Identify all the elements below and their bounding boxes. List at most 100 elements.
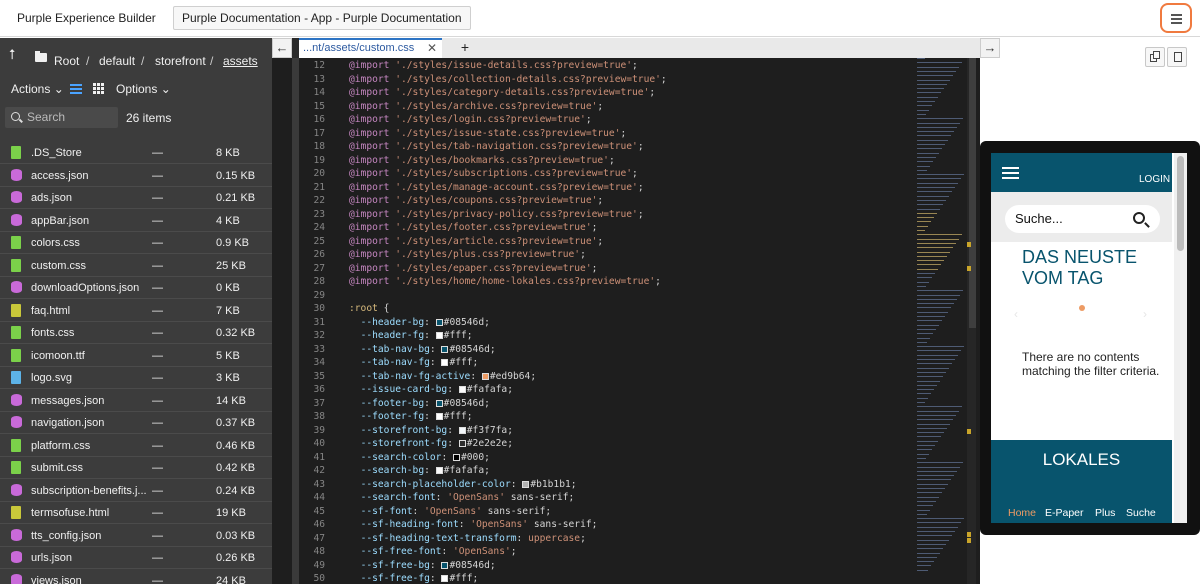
file-row[interactable]: logo.svg — 3 KB (0, 367, 276, 389)
file-row[interactable]: urls.json — 0.26 KB (0, 547, 276, 569)
breadcrumb-assets[interactable]: assets (223, 54, 258, 68)
editor-file-tab[interactable]: ...nt/assets/custom.css ✕ (299, 38, 442, 58)
line-number: 22 (313, 195, 325, 206)
file-row[interactable]: faq.html — 7 KB (0, 300, 276, 322)
chevron-left-icon[interactable]: ‹ (1014, 307, 1018, 321)
actions-dropdown[interactable]: Actions ⌄ (11, 82, 64, 96)
app-search-input[interactable]: Suche... (1005, 205, 1160, 233)
file-row[interactable]: subscription-benefits.j... — 0.24 KB (0, 480, 276, 502)
breadcrumb-storefront[interactable]: storefront (155, 54, 206, 68)
app-tab-epaper[interactable]: E-Paper (1045, 507, 1084, 519)
file-name: views.json (31, 574, 82, 584)
file-row[interactable]: downloadOptions.json — 0 KB (0, 277, 276, 299)
file-size: 19 KB (216, 507, 246, 519)
file-row[interactable]: submit.css — 0.42 KB (0, 457, 276, 479)
folder-icon (35, 51, 47, 62)
code-line: 45 --sf-font: 'OpenSans' sans-serif; (299, 505, 551, 519)
database-icon (11, 416, 22, 428)
copy-button[interactable] (1145, 47, 1165, 67)
line-number: 34 (313, 357, 325, 368)
code-line: 26 @import './styles/plus.css?preview=tru… (299, 248, 585, 262)
file-icon (11, 371, 21, 384)
code-line: 27 @import './styles/epaper.css?preview=t… (299, 262, 597, 276)
editor-scrollbar[interactable] (967, 58, 976, 584)
close-icon[interactable]: ✕ (427, 40, 437, 57)
code-line: 39 --storefront-bg: #f3f7fa; (299, 424, 513, 438)
add-tab-button[interactable]: + (458, 38, 472, 58)
code-line: 49 --sf-free-bg: #08546d; (299, 559, 495, 573)
line-number: 41 (313, 451, 325, 463)
app-search-placeholder: Suche... (1015, 211, 1063, 226)
file-row[interactable]: .DS_Store — 8 KB (0, 142, 276, 164)
file-row[interactable]: custom.css — 25 KB (0, 255, 276, 277)
options-dropdown[interactable]: Options ⌄ (116, 82, 171, 96)
search-icon[interactable] (1133, 212, 1145, 224)
hamburger-menu-button[interactable] (1160, 3, 1192, 33)
line-number: 48 (313, 546, 325, 557)
code-line: 44 --search-font: 'OpenSans' sans-serif; (299, 491, 574, 505)
file-row[interactable]: access.json — 0.15 KB (0, 165, 276, 187)
file-search-input[interactable]: Search (5, 107, 118, 128)
code-line: 17 @import './styles/issue-state.css?prev… (299, 127, 626, 141)
line-number: 35 (313, 370, 325, 382)
item-count: 26 items (126, 111, 172, 125)
file-row[interactable]: termsofuse.html — 19 KB (0, 502, 276, 524)
hamburger-icon[interactable] (1002, 167, 1019, 179)
color-swatch (441, 359, 449, 366)
code-line: 25 @import './styles/article.css?preview=… (299, 235, 603, 249)
file-row[interactable]: views.json — 24 KB (0, 570, 276, 584)
file-name: urls.json (31, 552, 72, 564)
file-modified: — (152, 147, 163, 159)
device-screen: LOGIN Suche... DAS NEUSTE VOM TAG ‹ › Th… (991, 153, 1187, 523)
carousel-dot[interactable] (1079, 305, 1085, 311)
file-icon (11, 348, 21, 362)
document-tab[interactable]: Purple Documentation - App - Purple Docu… (173, 6, 471, 30)
list-view-icon[interactable] (70, 84, 82, 94)
app-tab-plus[interactable]: Plus (1095, 507, 1115, 519)
editor-minimap[interactable] (917, 58, 967, 584)
breadcrumb-root[interactable]: Root (54, 54, 79, 68)
file-row[interactable]: icomoon.ttf — 5 KB (0, 345, 276, 367)
color-swatch (441, 561, 449, 569)
file-row[interactable]: tts_config.json — 0.03 KB (0, 525, 276, 547)
file-icon (11, 303, 21, 317)
app-scrollbar[interactable] (1174, 153, 1187, 523)
code-line: 13 @import './styles/collection-details.c… (299, 73, 666, 87)
file-row[interactable]: appBar.json — 4 KB (0, 210, 276, 232)
file-row[interactable]: navigation.json — 0.37 KB (0, 412, 276, 434)
code-line: 32 --header-fg: #fff; (299, 329, 472, 343)
chevron-right-icon[interactable]: › (1143, 307, 1147, 321)
app-tab-suche[interactable]: Suche (1126, 507, 1156, 519)
color-swatch (458, 440, 466, 447)
line-number: 33 (313, 343, 325, 355)
database-icon (11, 393, 22, 406)
file-size: 0 KB (216, 282, 240, 294)
arrow-left-icon[interactable]: ← (272, 38, 292, 58)
database-icon (11, 573, 22, 584)
grid-view-icon[interactable] (93, 83, 104, 94)
file-name: logo.svg (31, 372, 72, 384)
app-tab-home[interactable]: Home (1008, 507, 1036, 519)
file-row[interactable]: messages.json — 14 KB (0, 390, 276, 412)
file-size: 0.03 KB (216, 529, 256, 542)
code-line: 42 --search-bg: #fafafa; (299, 464, 489, 478)
file-size: 4 KB (216, 214, 240, 227)
arrow-up-icon[interactable]: ⭡ (9, 46, 16, 63)
file-row[interactable]: ads.json — 0.21 KB (0, 187, 276, 209)
breadcrumb-default[interactable]: default (99, 54, 135, 68)
line-number: 23 (313, 208, 325, 220)
color-swatch (435, 413, 443, 420)
file-row[interactable]: platform.css — 0.46 KB (0, 435, 276, 457)
file-button[interactable] (1167, 47, 1187, 67)
file-row[interactable]: fonts.css — 0.32 KB (0, 322, 276, 344)
file-size: 0.32 KB (216, 327, 256, 339)
line-number: 40 (313, 438, 325, 449)
code-content[interactable]: 12 @import './styles/issue-details.css?pr… (299, 58, 919, 584)
login-link[interactable]: LOGIN (1139, 174, 1170, 185)
app-search-area: Suche... (991, 192, 1172, 242)
file-modified: — (152, 192, 163, 204)
file-row[interactable]: colors.css — 0.9 KB (0, 232, 276, 254)
arrow-right-icon[interactable]: → (980, 38, 1000, 58)
file-name: custom.css (31, 259, 87, 272)
file-modified: — (152, 349, 163, 362)
